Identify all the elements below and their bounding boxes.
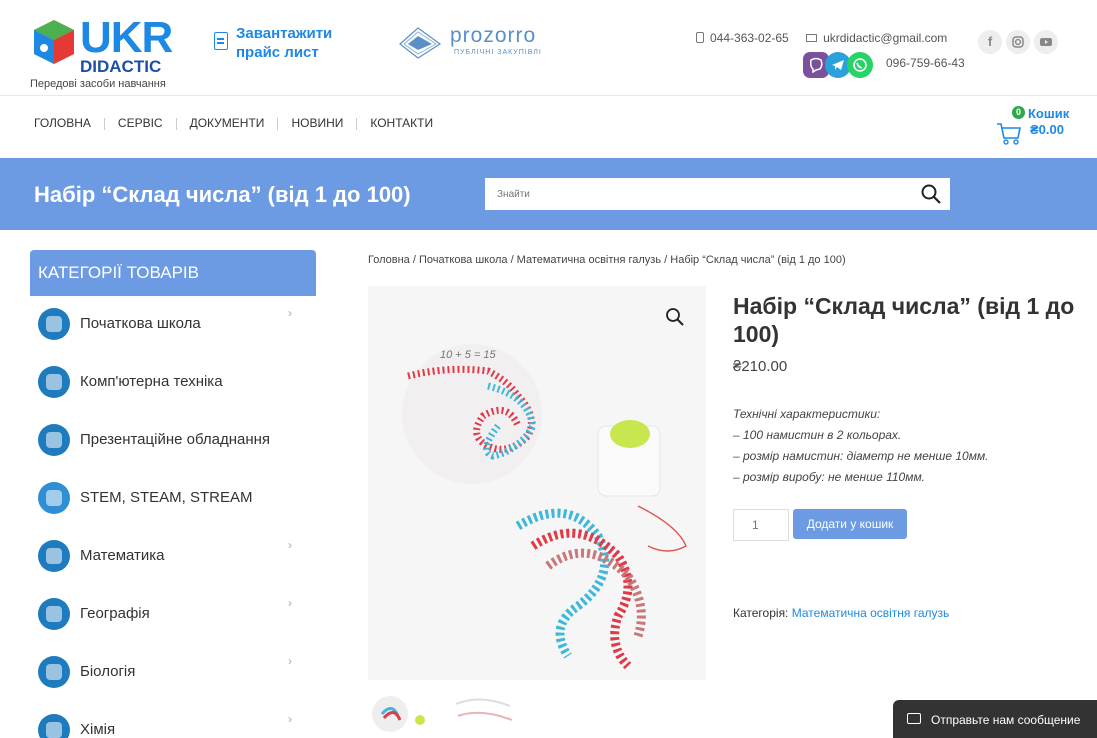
price-list-label: Завантажити прайс лист [236, 25, 333, 61]
product-specs: Технічні характеристики: – 100 намистин … [733, 404, 989, 488]
phone2-link[interactable]: 096-759-66-43 [886, 56, 965, 70]
product-image[interactable]: 10 + 5 = 15 [368, 286, 706, 680]
chevron-right-icon[interactable]: › [288, 654, 292, 668]
sidebar-item-computer-tech[interactable]: Комп'ютерна техніка [30, 354, 316, 412]
category-icon [38, 424, 70, 456]
cart-label: Кошик [1028, 106, 1070, 121]
product-title: Набір “Склад числа” (від 1 до 100) [733, 293, 1075, 347]
logo-cube-icon [34, 20, 74, 64]
logo-didactic-text: DIDACTIC [80, 57, 162, 76]
phone-link[interactable]: 044-363-02-65 [710, 31, 789, 45]
prozorro-name: prozorro [450, 24, 537, 47]
category-icon [38, 482, 70, 514]
chevron-right-icon[interactable]: › [288, 538, 292, 552]
search-input[interactable] [485, 178, 915, 210]
nav-divider [277, 117, 279, 130]
search-icon[interactable] [920, 183, 942, 205]
category-link[interactable]: Математична освітня галузь [792, 606, 950, 620]
category-icon [38, 366, 70, 398]
prozorro-mark-icon [399, 27, 442, 59]
chevron-right-icon[interactable]: › [288, 306, 292, 320]
mail-icon [806, 33, 818, 42]
category-icon [38, 598, 70, 630]
sidebar-item-presentation[interactable]: Презентаційне обладнання [30, 412, 316, 470]
product-category: Категорія: Математична освітня галузь [733, 606, 949, 620]
sidebar-item-primary-school[interactable]: Початкова школа › [30, 296, 316, 354]
category-icon [38, 656, 70, 688]
image-caption: 10 + 5 = 15 [440, 349, 497, 361]
prozorro-sub: ПУБЛІЧНІ ЗАКУПІВЛІ [454, 49, 542, 56]
nav-divider [356, 117, 358, 130]
page-title-band: Набір “Склад числа” (від 1 до 100) [0, 158, 1097, 230]
facebook-icon[interactable]: f [978, 30, 1002, 54]
nav-menu: ГОЛОВНА СЕРВІС ДОКУМЕНТИ НОВИНИ КОНТАКТИ [34, 116, 433, 130]
prozorro-logo[interactable]: prozorro ПУБЛІЧНІ ЗАКУПІВЛІ [398, 22, 558, 66]
sidebar-item-stem[interactable]: STEM, STEAM, STREAM [30, 470, 316, 528]
thumbnail-2[interactable] [450, 684, 520, 738]
cart-button[interactable]: 0 Кошик ₴0.00 [996, 106, 1092, 150]
sidebar-item-label: Презентаційне обладнання [80, 431, 271, 448]
price-list-download-link[interactable]: Завантажити прайс лист [214, 24, 364, 68]
sidebar-item-chemistry[interactable]: Хімія › [30, 702, 316, 738]
product-thumbnails [368, 684, 706, 738]
category-label: Категорія: [733, 606, 789, 620]
nav-item-news[interactable]: НОВИНИ [291, 116, 343, 130]
sidebar-item-geography[interactable]: Географія › [30, 586, 316, 644]
sidebar-item-label: Географія [80, 605, 150, 622]
sidebar-item-biology[interactable]: Біологія › [30, 644, 316, 702]
header-top: UKR DIDACTIC Передові засоби навчання За… [0, 0, 1097, 96]
chevron-right-icon[interactable]: › [288, 712, 292, 726]
cart-total: ₴0.00 [1030, 122, 1064, 137]
sidebar-item-label: Початкова школа [80, 315, 201, 332]
product-photo-illustration: 10 + 5 = 15 [402, 344, 687, 670]
spec-line: – розмір виробу: не менше 110мм. [733, 470, 926, 484]
add-to-cart-button[interactable]: Додати у кошик [793, 509, 907, 539]
spec-line: – розмір намистин: діаметр не менше 10мм… [733, 449, 989, 463]
breadcrumb[interactable]: Головна / Початкова школа / Математична … [368, 254, 846, 266]
thumbnail-1[interactable] [368, 684, 438, 738]
nav-divider [103, 117, 105, 130]
product-price: ₴210.00 [733, 358, 788, 375]
categories-heading: КАТЕГОРІЇ ТОВАРІВ [30, 250, 316, 296]
categories-sidebar: КАТЕГОРІЇ ТОВАРІВ Початкова школа › Комп'ю… [30, 250, 316, 738]
category-icon [38, 308, 70, 340]
spec-line: Технічні характеристики: [733, 407, 881, 421]
document-icon [214, 32, 228, 50]
sidebar-item-math[interactable]: Математика › [30, 528, 316, 586]
main-nav: ГОЛОВНА СЕРВІС ДОКУМЕНТИ НОВИНИ КОНТАКТИ 0 К… [0, 96, 1097, 156]
chat-widget-button[interactable]: Отправьте нам сообщение [893, 700, 1097, 738]
sidebar-item-label: Комп'ютерна техніка [80, 373, 223, 390]
quantity-input[interactable]: 1 [733, 509, 789, 541]
cart-icon [997, 123, 1021, 145]
sidebar-item-label: Біологія [80, 663, 136, 680]
nav-divider [175, 117, 177, 130]
spec-line: – 100 намистин в 2 кольорах. [733, 428, 902, 442]
logo-ukr-text: UKR [80, 13, 173, 62]
message-icon [907, 713, 921, 724]
search-box [485, 178, 950, 210]
zoom-icon[interactable] [664, 306, 686, 328]
chat-label: Отправьте нам сообщение [931, 713, 1081, 727]
sidebar-item-label: Хімія [80, 721, 116, 738]
contacts-line: 044-363-02-65 ukrdidactic@gmail.com [696, 30, 947, 45]
sidebar-item-label: STEM, STEAM, STREAM [80, 489, 253, 506]
category-icon [38, 540, 70, 572]
youtube-icon[interactable] [1034, 30, 1058, 54]
whatsapp-icon[interactable] [847, 52, 873, 78]
nav-item-documents[interactable]: ДОКУМЕНТИ [190, 116, 265, 130]
nav-item-home[interactable]: ГОЛОВНА [34, 116, 91, 130]
logo-tagline: Передові засоби навчання [30, 78, 166, 90]
nav-item-service[interactable]: СЕРВІС [118, 116, 163, 130]
sidebar-item-label: Математика [80, 547, 165, 564]
category-icon [38, 714, 70, 738]
email-link[interactable]: ukrdidactic@gmail.com [823, 31, 947, 45]
chevron-right-icon[interactable]: › [288, 596, 292, 610]
page-title: Набір “Склад числа” (від 1 до 100) [34, 182, 411, 207]
phone-icon [696, 32, 704, 44]
site-logo[interactable]: UKR DIDACTIC Передові засоби навчання [30, 14, 200, 92]
instagram-icon[interactable] [1006, 30, 1030, 54]
cart-count-badge: 0 [1012, 106, 1025, 119]
nav-item-contacts[interactable]: КОНТАКТИ [370, 116, 433, 130]
